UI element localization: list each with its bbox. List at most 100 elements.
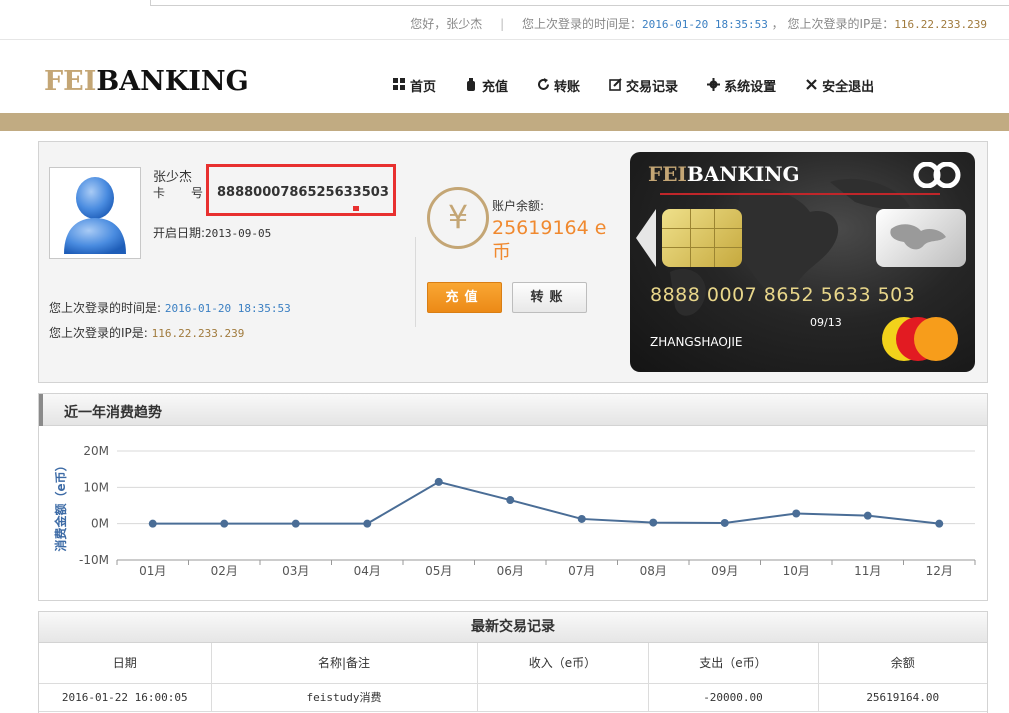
- nav-charge-label: 充值: [482, 80, 509, 95]
- avatar: [49, 167, 141, 259]
- logo-banking: BANKING: [96, 66, 249, 97]
- open-date: 开启日期:2013-09-05: [153, 224, 271, 241]
- y-axis-label: 消费金额（e币）: [53, 459, 68, 551]
- card-expiry: 09/13: [810, 316, 842, 329]
- nav-settings[interactable]: 系统设置: [706, 76, 776, 95]
- last-ip-value: 116.22.233.239: [151, 327, 245, 340]
- col-date: 日期: [39, 643, 212, 684]
- main-nav: 首页 充值 转账 交易记录 系统设置 安全退出: [392, 76, 902, 95]
- col-name-note: 名称|备注: [211, 643, 478, 684]
- table-header-row: 日期 名称|备注 收入（e币） 支出（e币） 余额: [39, 643, 987, 684]
- close-icon: [804, 78, 818, 93]
- data-point: [649, 518, 658, 527]
- separator: |: [500, 17, 505, 31]
- open-date-label: 开启日期:: [153, 226, 206, 240]
- card-hologram: [876, 209, 966, 267]
- x-tick-label: 12月: [926, 564, 953, 578]
- x-tick-label: 11月: [854, 564, 881, 578]
- y-tick-label: 0M: [91, 517, 109, 531]
- balance-label: 账户余额:: [492, 199, 545, 213]
- last-login-time: 2016-01-20 18:35:53: [641, 18, 768, 31]
- last-login-ip-row: 您上次登录的IP是: 116.22.233.239: [49, 324, 244, 341]
- nav-home-label: 首页: [410, 80, 437, 95]
- data-point: [863, 511, 872, 520]
- yen-icon: ¥: [427, 187, 489, 249]
- chart-header-accent: [39, 394, 43, 426]
- wallet-icon: [464, 77, 478, 94]
- chart-title: 近一年消费趋势: [64, 405, 162, 421]
- nav-home[interactable]: 首页: [392, 76, 436, 95]
- y-tick-label: 20M: [83, 444, 109, 458]
- nav-transfer[interactable]: 转账: [536, 76, 580, 95]
- cell-name: feistudy消费: [211, 683, 478, 712]
- table-row[interactable]: 2016-01-22 16:00:05 feistudy消费 -20000.00…: [39, 683, 987, 712]
- gear-icon: [706, 77, 720, 94]
- y-tick-label: -10M: [79, 553, 109, 567]
- balance-value: 25619164 e 币: [492, 217, 607, 263]
- nav-transactions-label: 交易记录: [626, 80, 679, 95]
- card-logo: FEIBANKING: [648, 162, 800, 186]
- x-tick-label: 02月: [211, 564, 238, 578]
- transfer-button[interactable]: 转账: [512, 282, 587, 313]
- x-tick-label: 07月: [568, 564, 595, 578]
- comma: ，: [771, 17, 784, 31]
- feibanking-logo[interactable]: FEIBANKING: [44, 66, 249, 97]
- last-time-label: 您上次登录的时间是:: [49, 301, 162, 315]
- cell-income: [477, 683, 649, 712]
- card-holder: ZHANGSHAOJIE: [650, 335, 743, 349]
- col-balance: 余额: [818, 643, 987, 684]
- data-point: [577, 514, 586, 523]
- last-login-time-label: 您上次登录的时间是：: [521, 17, 642, 31]
- x-tick-label: 03月: [282, 564, 309, 578]
- open-date-value: 2013-09-05: [205, 227, 272, 240]
- y-tick-label: 10M: [83, 480, 109, 494]
- grid-icon: [392, 78, 406, 93]
- browser-tab-edge: [150, 0, 1009, 6]
- charge-button[interactable]: 充值: [427, 282, 502, 313]
- series-line: [152, 480, 940, 525]
- bank-card: FEIBANKING 8888 0007 8652 5633 503 09/13…: [630, 152, 975, 372]
- recent-transactions-panel: 最新交易记录 日期 名称|备注 收入（e币） 支出（e币） 余额 2016-01…: [38, 611, 988, 713]
- logo-fei: FEI: [44, 66, 97, 97]
- spending-line-chart: 20M 10M 0M -10M 01月 02月 03月 04月 05月 06月 07月 08月 09月 1…: [53, 444, 976, 578]
- card-logo-banking: BANKING: [686, 162, 800, 186]
- last-login-ip-label: 您上次登录的IP是：: [787, 17, 895, 31]
- x-tick-label: 01月: [139, 564, 166, 578]
- card-logo-fei: FEI: [648, 162, 687, 186]
- login-info: 您好，张少杰 | 您上次登录的时间是：2016-01-20 18:35:53 ，…: [410, 15, 987, 32]
- spending-trend-panel: 近一年消费趋势 20M 10M 0M -10M 01月 02月 03月 04月 05月 06月 07…: [38, 393, 988, 601]
- user-avatar-icon: [64, 177, 126, 254]
- x-tick-label: 10月: [783, 564, 810, 578]
- nav-logout[interactable]: 安全退出: [804, 76, 874, 95]
- last-time-value: 2016-01-20 18:35:53: [164, 302, 291, 315]
- data-point: [935, 519, 944, 528]
- last-login-ip: 116.22.233.239: [894, 18, 987, 31]
- nav-charge[interactable]: 充值: [464, 76, 508, 95]
- data-point: [220, 519, 229, 528]
- nav-transactions[interactable]: 交易记录: [608, 76, 678, 95]
- highlight-marker: [353, 206, 359, 211]
- nav-logout-label: 安全退出: [822, 80, 875, 95]
- vertical-divider: [415, 237, 416, 327]
- card-brand-rings-icon: [912, 161, 962, 191]
- card-arrow-icon: [636, 209, 656, 267]
- card-embossed-number: 8888 0007 8652 5633 503: [650, 284, 916, 306]
- last-ip-label: 您上次登录的IP是:: [49, 326, 148, 340]
- mastercard-logo-icon: [882, 317, 962, 361]
- x-tick-label: 05月: [425, 564, 452, 578]
- x-tick-label: 09月: [711, 564, 738, 578]
- account-panel: 张少杰 卡号 8888000786525633503 开启日期:2013-09-…: [38, 141, 988, 383]
- x-tick-label: 04月: [354, 564, 381, 578]
- data-point: [792, 509, 801, 518]
- x-tick-label: 06月: [497, 564, 524, 578]
- card-chip: [662, 209, 742, 267]
- cell-expense: -20000.00: [648, 683, 819, 712]
- cell-balance: 25619164.00: [818, 683, 987, 712]
- nav-settings-label: 系统设置: [724, 80, 777, 95]
- account-name: 张少杰: [153, 170, 193, 185]
- chart-header: 近一年消费趋势: [39, 394, 987, 426]
- data-point: [363, 519, 372, 528]
- top-info-bar: 您好，张少杰 | 您上次登录的时间是：2016-01-20 18:35:53 ，…: [0, 0, 1009, 40]
- refresh-icon: [536, 77, 550, 94]
- data-point: [291, 519, 300, 528]
